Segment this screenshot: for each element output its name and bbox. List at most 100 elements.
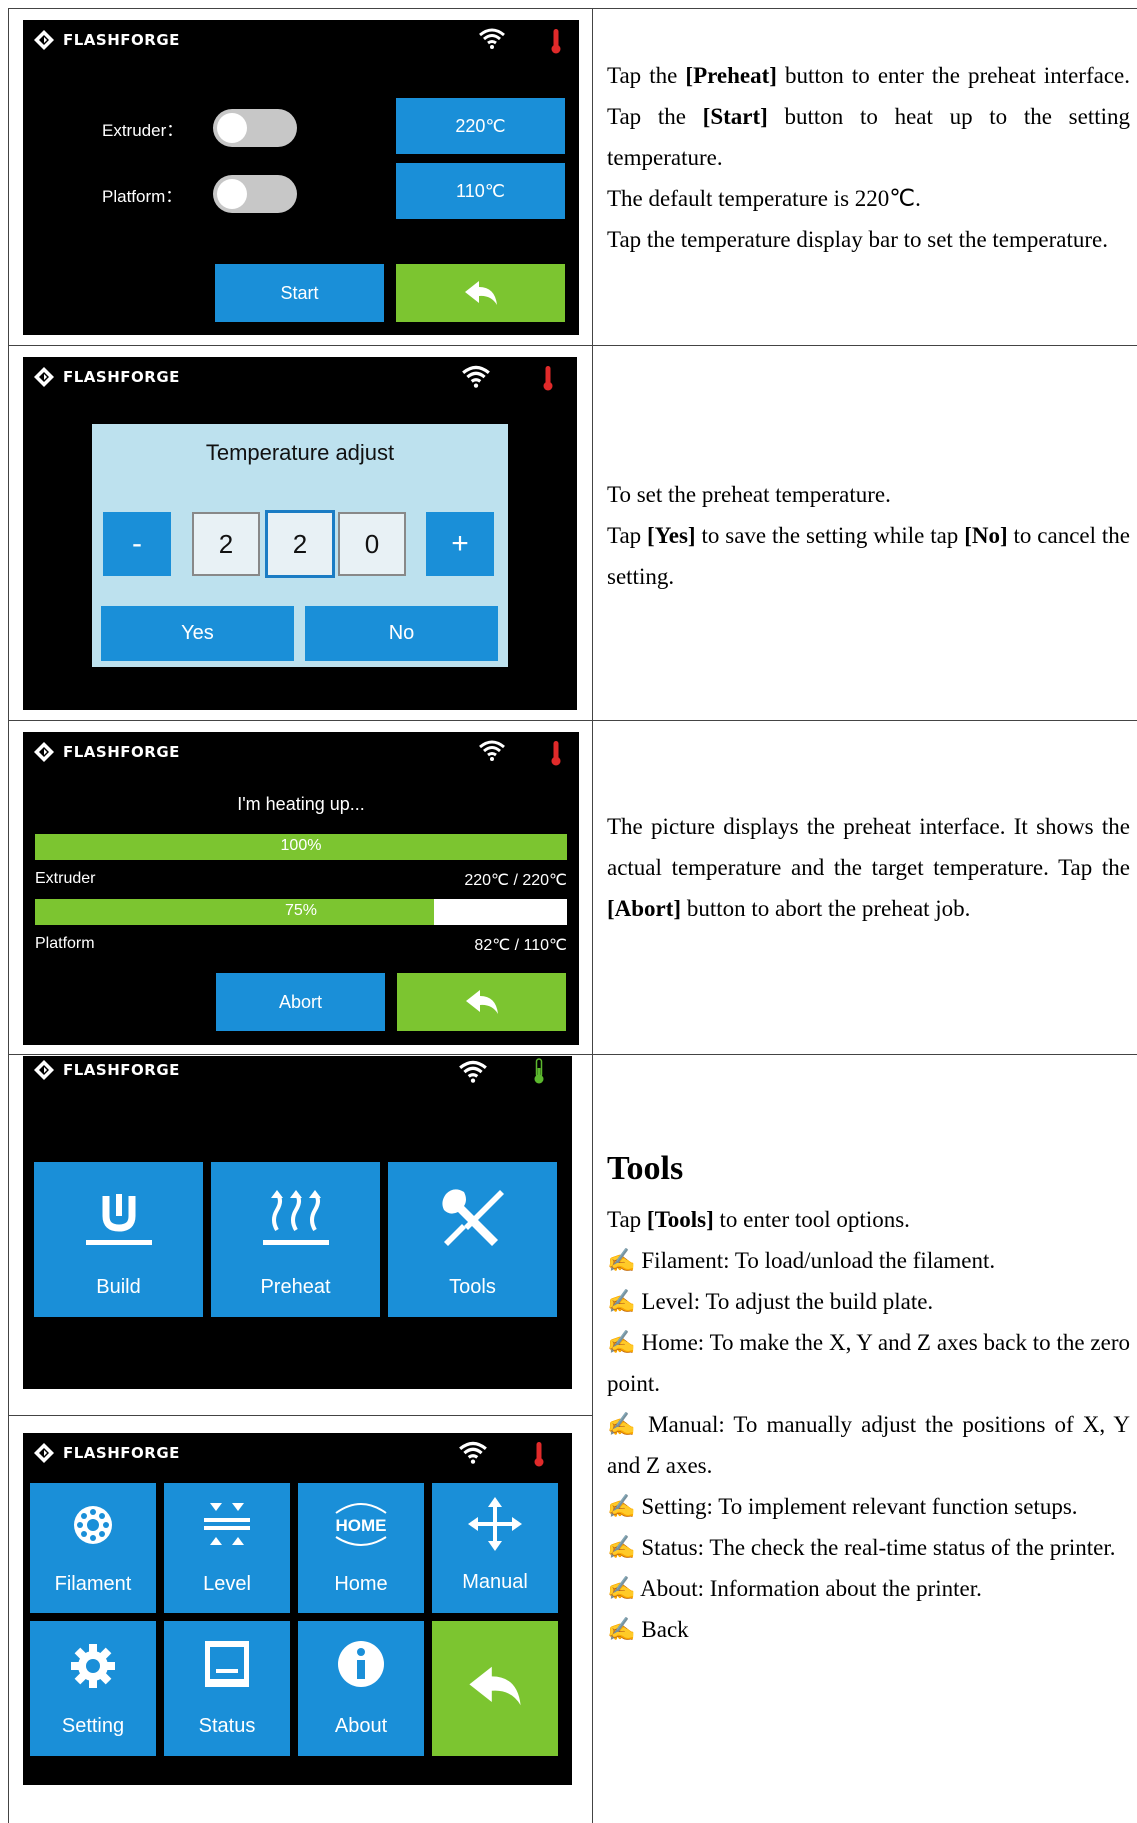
yes-keyword: [Yes] [647, 523, 696, 548]
text-run: button to abort the preheat job. [681, 896, 971, 921]
tools-item: ✍ About: Information about the printer. [607, 1568, 1130, 1609]
tools-heading: Tools [607, 1150, 684, 1187]
brand-logo: FLASHFORGE [33, 1058, 180, 1082]
build-label: Build [96, 1276, 141, 1298]
platform-temp-button[interactable]: 110℃ [396, 163, 565, 219]
wifi-icon [479, 28, 505, 49]
pen-bullet-icon: ✍ [607, 1330, 636, 1355]
start-button[interactable]: Start [215, 264, 384, 322]
preheat-keyword: [Preheat] [685, 63, 777, 88]
home-tile[interactable]: HOME Home [298, 1483, 424, 1613]
status-bar: FLASHFORGE [23, 1433, 572, 1473]
tools-item: ✍ Back [607, 1609, 1130, 1650]
back-tile[interactable] [432, 1621, 558, 1756]
about-tile[interactable]: About [298, 1621, 424, 1756]
table-row-divider [8, 1415, 593, 1416]
thermometer-icon [551, 741, 561, 766]
brand-name: FLASHFORGE [63, 1061, 180, 1079]
filament-icon [74, 1506, 112, 1544]
back-button[interactable] [396, 264, 565, 322]
level-icon [204, 1503, 250, 1545]
wifi-icon [462, 365, 490, 388]
row2-paragraph-1: To set the preheat temperature. [607, 482, 891, 507]
platform-toggle[interactable] [213, 175, 297, 213]
preheat-icon [262, 1190, 329, 1245]
flashforge-logo-icon [34, 30, 54, 50]
row3-paragraph-1: The picture displays the preheat interfa… [607, 806, 1130, 929]
tools-item: ✍ Level: To adjust the build plate. [607, 1281, 1130, 1322]
toggle-knob [217, 113, 247, 143]
status-bar: FLASHFORGE [23, 732, 579, 772]
digit-tens[interactable]: 2 [265, 510, 335, 578]
tools-menu-screen: FLASHFORGE Filament Level HOME Home Manu… [23, 1433, 572, 1785]
wifi-icon [479, 740, 505, 761]
increase-button[interactable]: + [426, 512, 494, 576]
back-arrow-icon [469, 1666, 521, 1706]
extruder-progress-track: 100% [35, 834, 567, 860]
text-run: The picture displays the preheat interfa… [607, 814, 1130, 880]
level-tile[interactable]: Level [164, 1483, 290, 1613]
setting-tile[interactable]: Setting [30, 1621, 156, 1756]
table-border-left [8, 8, 9, 1823]
brand-logo: FLASHFORGE [33, 740, 180, 764]
tools-item-text: Status: The check the real-time status o… [641, 1535, 1116, 1560]
row1-paragraph-1: Tap the [Preheat] button to enter the pr… [607, 55, 1130, 178]
extruder-progress-percent: 100% [280, 837, 322, 854]
preheat-tile[interactable]: Preheat [211, 1162, 380, 1317]
status-label: Status [198, 1715, 256, 1737]
heating-title: I'm heating up... [237, 794, 365, 814]
abort-button[interactable]: Abort [216, 973, 385, 1031]
filament-tile[interactable]: Filament [30, 1483, 156, 1613]
tools-item: ✍ Filament: To load/unload the filament. [607, 1240, 1130, 1281]
abort-keyword: [Abort] [607, 896, 682, 921]
thermometer-icon [534, 1058, 544, 1084]
status-bar: FLASHFORGE [23, 357, 577, 397]
flashforge-logo-icon [34, 742, 54, 762]
table-column-divider [592, 8, 593, 1823]
manual-label: Manual [462, 1571, 528, 1593]
decrease-button[interactable]: - [103, 512, 171, 576]
extruder-toggle[interactable] [213, 109, 297, 147]
extruder-label: Extruder [35, 870, 96, 887]
pen-bullet-icon: ✍ [607, 1412, 639, 1437]
manual-tile[interactable]: Manual [432, 1483, 558, 1613]
yes-button[interactable]: Yes [101, 606, 294, 661]
tools-icon [441, 1189, 504, 1246]
tools-tile[interactable]: Tools [388, 1162, 557, 1317]
digit-hundreds[interactable]: 2 [192, 512, 260, 576]
table-row-divider [8, 720, 1137, 721]
tools-item: ✍ Manual: To manually adjust the positio… [607, 1404, 1130, 1486]
status-printer-icon [205, 1641, 249, 1687]
pen-bullet-icon: ✍ [607, 1535, 636, 1560]
status-bar: FLASHFORGE [23, 1056, 572, 1096]
platform-label: Platform [35, 935, 95, 952]
manual-move-icon [468, 1497, 522, 1551]
row2-description: To set the preheat temperature. Tap [Yes… [607, 474, 1130, 597]
wifi-icon [459, 1441, 487, 1464]
back-button[interactable] [397, 973, 566, 1031]
status-tile[interactable]: Status [164, 1621, 290, 1756]
preheat-label: Preheat [260, 1276, 331, 1298]
tools-item-text: Filament: To load/unload the filament. [641, 1248, 996, 1273]
tools-keyword: [Tools] [646, 1207, 714, 1232]
row3-description: The picture displays the preheat interfa… [607, 806, 1130, 929]
extruder-temp-button[interactable]: 220℃ [396, 98, 565, 154]
row2-paragraph-2: Tap [Yes] to save the setting while tap … [607, 515, 1130, 597]
text-run: to save the setting while tap [695, 523, 965, 548]
build-tile[interactable]: Build [34, 1162, 203, 1317]
flashforge-logo-icon [34, 1443, 54, 1463]
temp-adjust-screen: FLASHFORGE Temperature adjust - 2 2 0 + … [23, 357, 577, 710]
start-keyword: [Start] [702, 104, 768, 129]
tools-item-text: Home: To make the X, Y and Z axes back t… [607, 1330, 1131, 1396]
tools-item: ✍ Setting: To implement relevant functio… [607, 1486, 1130, 1527]
digit-ones[interactable]: 0 [338, 512, 406, 576]
platform-progress-track: 75% [35, 899, 567, 925]
brand-name: FLASHFORGE [63, 31, 180, 49]
no-button[interactable]: No [305, 606, 498, 661]
gear-icon [71, 1644, 115, 1688]
pen-bullet-icon: ✍ [607, 1289, 636, 1314]
brand-logo: FLASHFORGE [33, 365, 180, 389]
extruder-temp-readout: 220℃ / 220℃ [464, 872, 567, 889]
platform-temp-readout: 82℃ / 110℃ [474, 937, 567, 954]
tools-item-text: Level: To adjust the build plate. [641, 1289, 934, 1314]
